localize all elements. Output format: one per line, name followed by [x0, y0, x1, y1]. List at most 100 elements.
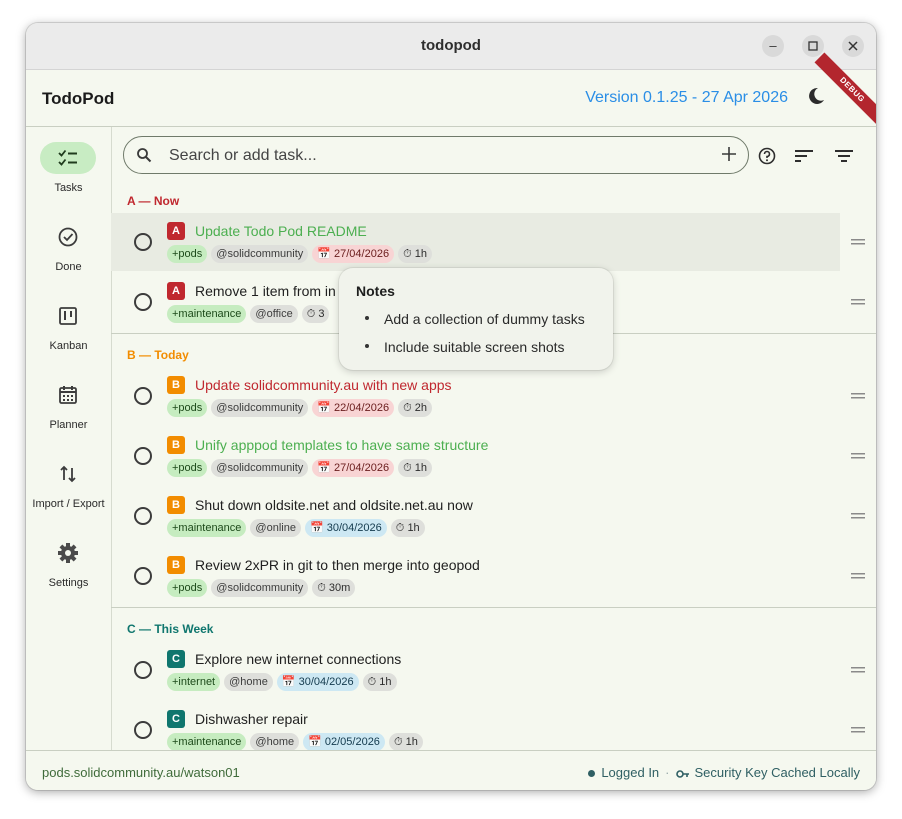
task-row[interactable]: B Shut down oldsite.net and oldsite.net.… [111, 487, 865, 545]
task-title[interactable]: Remove 1 item from in [195, 283, 336, 299]
context-chip[interactable]: @solidcommunity [211, 459, 309, 477]
calendar-icon: 📅 [317, 248, 331, 260]
task-title[interactable]: Dishwasher repair [195, 711, 308, 727]
context-chip[interactable]: @solidcommunity [211, 579, 309, 597]
context-chip[interactable]: @solidcommunity [211, 245, 309, 263]
complete-checkbox[interactable] [134, 567, 152, 585]
nav-label: Kanban [49, 340, 88, 352]
task-title[interactable]: Shut down oldsite.net and oldsite.net.au… [195, 497, 473, 513]
context-chip[interactable]: @solidcommunity [211, 399, 309, 417]
dark-mode-toggle-icon[interactable] [806, 86, 826, 106]
task-tags: +pods @solidcommunity ⏱ 30m [167, 579, 359, 599]
nav-tasks[interactable]: Tasks [26, 142, 111, 212]
login-status: Logged In [601, 765, 660, 780]
task-row[interactable]: B Unify apppod templates to have same st… [111, 427, 865, 485]
task-tags: +maintenance @home 📅 02/05/2026 ⏱ 1h [167, 733, 427, 750]
task-title[interactable]: Unify apppod templates to have same stru… [195, 437, 488, 453]
task-tags: +pods @solidcommunity 📅 27/04/2026 ⏱ 1h [167, 459, 436, 479]
task-row[interactable]: C Dishwasher repair +maintenance @home 📅 0… [111, 701, 865, 750]
context-chip[interactable]: @office [250, 305, 298, 323]
project-chip[interactable]: +maintenance [167, 305, 247, 323]
search-bar [123, 136, 749, 174]
task-row[interactable]: B Review 2xPR in git to then merge into … [111, 547, 865, 605]
duration-chip: ⏱ 1h [388, 733, 423, 750]
task-row[interactable]: A Update Todo Pod README +pods @solidcomm… [111, 213, 865, 271]
task-title[interactable]: Update Todo Pod README [195, 223, 367, 239]
pod-url[interactable]: pods.solidcommunity.au/watson01 [42, 765, 240, 780]
complete-checkbox[interactable] [134, 721, 152, 739]
minimize-button[interactable]: – [762, 35, 784, 57]
help-icon[interactable] [757, 146, 777, 166]
project-chip[interactable]: +pods [167, 245, 208, 263]
drag-handle-icon[interactable] [851, 298, 865, 306]
section-header-today: B — Today [127, 348, 189, 362]
nav-import-export[interactable]: Import / Export [26, 458, 111, 528]
context-chip[interactable]: @home [250, 733, 300, 750]
section-divider [111, 607, 876, 608]
maximize-button[interactable] [802, 35, 824, 57]
bullet-icon [365, 316, 369, 320]
drag-handle-icon[interactable] [851, 392, 865, 400]
tooltip-item: Include suitable screen shots [384, 339, 565, 355]
complete-checkbox[interactable] [134, 447, 152, 465]
duration-chip: ⏱ 30m [312, 579, 356, 597]
complete-checkbox[interactable] [134, 233, 152, 251]
version-label[interactable]: Version 0.1.25 - 27 Apr 2026 [585, 89, 788, 107]
app-bar: TodoPod Version 0.1.25 - 27 Apr 2026 DEB… [26, 52, 876, 128]
drag-handle-icon[interactable] [851, 512, 865, 520]
nav-planner[interactable]: Planner [26, 379, 111, 449]
task-title[interactable]: Review 2xPR in git to then merge into ge… [195, 557, 480, 573]
close-button[interactable] [842, 35, 864, 57]
due-date: 27/04/2026 [334, 462, 390, 474]
duration-chip: ⏱ 2h [398, 399, 432, 417]
nav-label: Planner [49, 419, 88, 431]
complete-checkbox[interactable] [134, 661, 152, 679]
project-chip[interactable]: +pods [167, 579, 208, 597]
timer-icon: ⏱ [306, 308, 316, 320]
tooltip-title: Notes [356, 283, 395, 299]
nav-kanban[interactable]: Kanban [26, 300, 111, 370]
task-title[interactable]: Update solidcommunity.au with new apps [195, 377, 452, 393]
timer-icon: ⏱ [317, 582, 326, 594]
calendar-icon [59, 386, 77, 404]
app-title: TodoPod [42, 89, 115, 108]
nav-settings[interactable]: Settings [26, 537, 111, 607]
due-date: 30/04/2026 [326, 522, 382, 534]
task-row[interactable]: B Update solidcommunity.au with new apps… [111, 367, 865, 425]
complete-checkbox[interactable] [134, 293, 152, 311]
nav-done[interactable]: Done [26, 221, 111, 291]
project-chip[interactable]: +internet [167, 673, 221, 691]
due-date-chip: 📅 27/04/2026 [312, 459, 395, 477]
project-chip[interactable]: +pods [167, 459, 208, 477]
drag-handle-icon[interactable] [851, 452, 865, 460]
due-date-chip: 📅 02/05/2026 [303, 733, 385, 750]
project-chip[interactable]: +maintenance [167, 519, 247, 537]
context-chip[interactable]: @home [224, 673, 273, 691]
nav-label: Tasks [54, 182, 83, 194]
tooltip-item: Add a collection of dummy tasks [384, 311, 585, 327]
status-separator: · [665, 765, 670, 780]
drag-handle-icon[interactable] [851, 726, 865, 734]
task-row[interactable]: C Explore new internet connections +inte… [111, 641, 865, 699]
kanban-icon [59, 307, 77, 325]
sort-icon[interactable] [794, 146, 814, 166]
filter-icon[interactable] [834, 146, 854, 166]
logged-in-dot-icon [588, 770, 596, 778]
context-chip[interactable]: @online [250, 519, 301, 537]
duration: 30m [328, 582, 351, 594]
add-task-icon[interactable] [720, 145, 738, 163]
section-header-now: A — Now [127, 194, 180, 208]
task-title[interactable]: Explore new internet connections [195, 651, 401, 667]
project-chip[interactable]: +pods [167, 399, 208, 417]
complete-checkbox[interactable] [134, 507, 152, 525]
bullet-icon [365, 344, 369, 348]
drag-handle-icon[interactable] [851, 666, 865, 674]
drag-handle-icon[interactable] [851, 572, 865, 580]
duration: 3 [318, 308, 325, 320]
complete-checkbox[interactable] [134, 387, 152, 405]
calendar-icon: 📅 [281, 676, 296, 688]
project-chip[interactable]: +maintenance [167, 733, 247, 750]
due-date: 22/04/2026 [334, 402, 390, 414]
drag-handle-icon[interactable] [851, 238, 865, 246]
search-input[interactable] [167, 142, 711, 170]
